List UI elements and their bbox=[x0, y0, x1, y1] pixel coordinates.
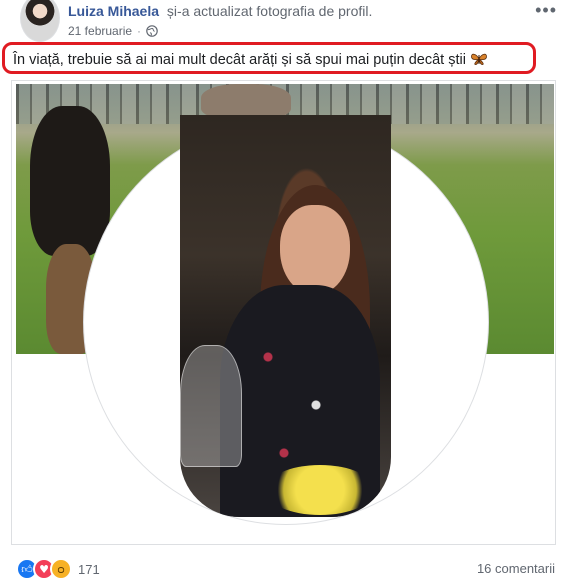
cover-dog-right bbox=[201, 84, 291, 119]
more-options-icon[interactable]: ••• bbox=[535, 0, 557, 21]
profile-photo[interactable] bbox=[180, 115, 391, 517]
reactions-summary[interactable]: 👍︎ ♥ ᴑ 171 bbox=[16, 558, 100, 580]
author-avatar[interactable] bbox=[20, 0, 60, 42]
post-date-link[interactable]: 21 februarie bbox=[68, 24, 132, 38]
profile-flowers bbox=[265, 465, 375, 515]
post-card: Luiza Mihaela și-a actualizat fotografia… bbox=[0, 0, 567, 587]
cover-dog-rottweiler bbox=[30, 106, 110, 256]
comments-count-link[interactable]: 16 comentarii bbox=[477, 561, 555, 576]
profile-wine-glass bbox=[180, 345, 242, 467]
profile-face bbox=[280, 205, 350, 295]
wow-reaction-icon: ᴑ bbox=[50, 558, 72, 580]
meta-separator: · bbox=[137, 24, 142, 38]
post-header: Luiza Mihaela și-a actualizat fotografia… bbox=[68, 3, 372, 19]
caption-text: În viață, trebuie să ai mai mult decât a… bbox=[13, 52, 466, 68]
reaction-count[interactable]: 171 bbox=[78, 562, 100, 577]
globe-icon[interactable] bbox=[146, 25, 158, 37]
butterfly-icon bbox=[470, 52, 488, 66]
post-action-text: și-a actualizat fotografia de profil. bbox=[166, 3, 373, 19]
post-caption: În viață, trebuie să ai mai mult decât a… bbox=[13, 52, 488, 68]
post-meta: 21 februarie · bbox=[68, 24, 158, 38]
author-name-link[interactable]: Luiza Mihaela bbox=[68, 3, 159, 19]
